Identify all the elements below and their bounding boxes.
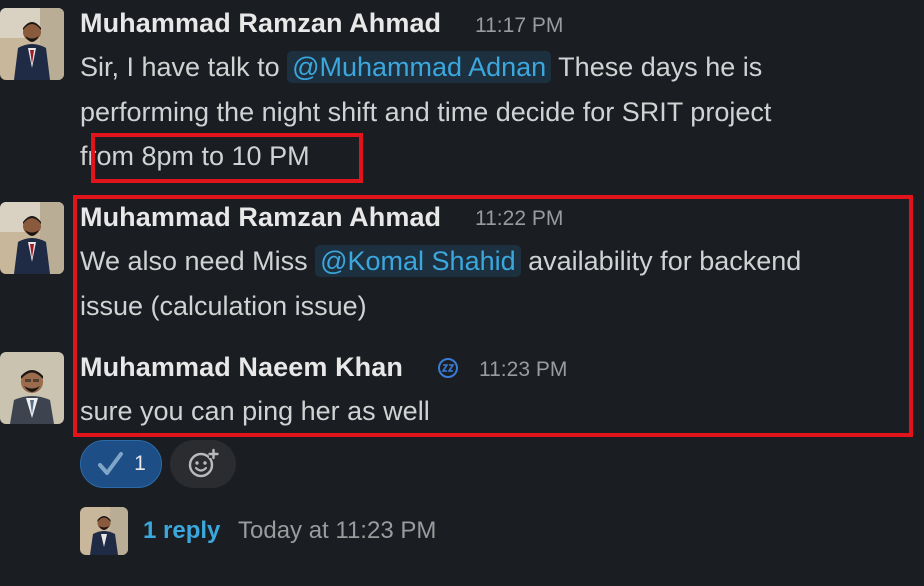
message-timestamp[interactable]: 11:17 PM [475, 14, 563, 38]
message-thread: Muhammad Ramzan Ahmad 11:17 PM Sir, I ha… [0, 0, 924, 586]
highlight-box-messages [73, 195, 913, 437]
reaction-count: 1 [134, 452, 146, 475]
add-reaction-button[interactable] [170, 440, 236, 488]
user-mention[interactable]: @Muhammad Adnan [287, 51, 552, 83]
highlight-box-time [91, 133, 363, 183]
message-text-line: Sir, I have talk to @Muhammad Adnan Thes… [80, 51, 763, 83]
message-text: These days he is [551, 52, 763, 82]
reaction-check-button[interactable]: 1 [80, 440, 162, 488]
check-mark-icon [98, 452, 124, 475]
avatar-ramzan[interactable] [0, 8, 64, 80]
reply-avatar[interactable] [80, 507, 128, 555]
message-text-line: performing the night shift and time deci… [80, 97, 772, 127]
thread-reply-time: Today at 11:23 PM [238, 517, 437, 544]
add-emoji-icon [188, 448, 219, 478]
message-text: Sir, I have talk to [80, 52, 288, 82]
message-author[interactable]: Muhammad Ramzan Ahmad [80, 8, 441, 39]
thread-reply-link[interactable]: 1 reply [143, 517, 220, 545]
avatar-ramzan[interactable] [0, 202, 64, 274]
avatar-naeem[interactable] [0, 352, 64, 424]
